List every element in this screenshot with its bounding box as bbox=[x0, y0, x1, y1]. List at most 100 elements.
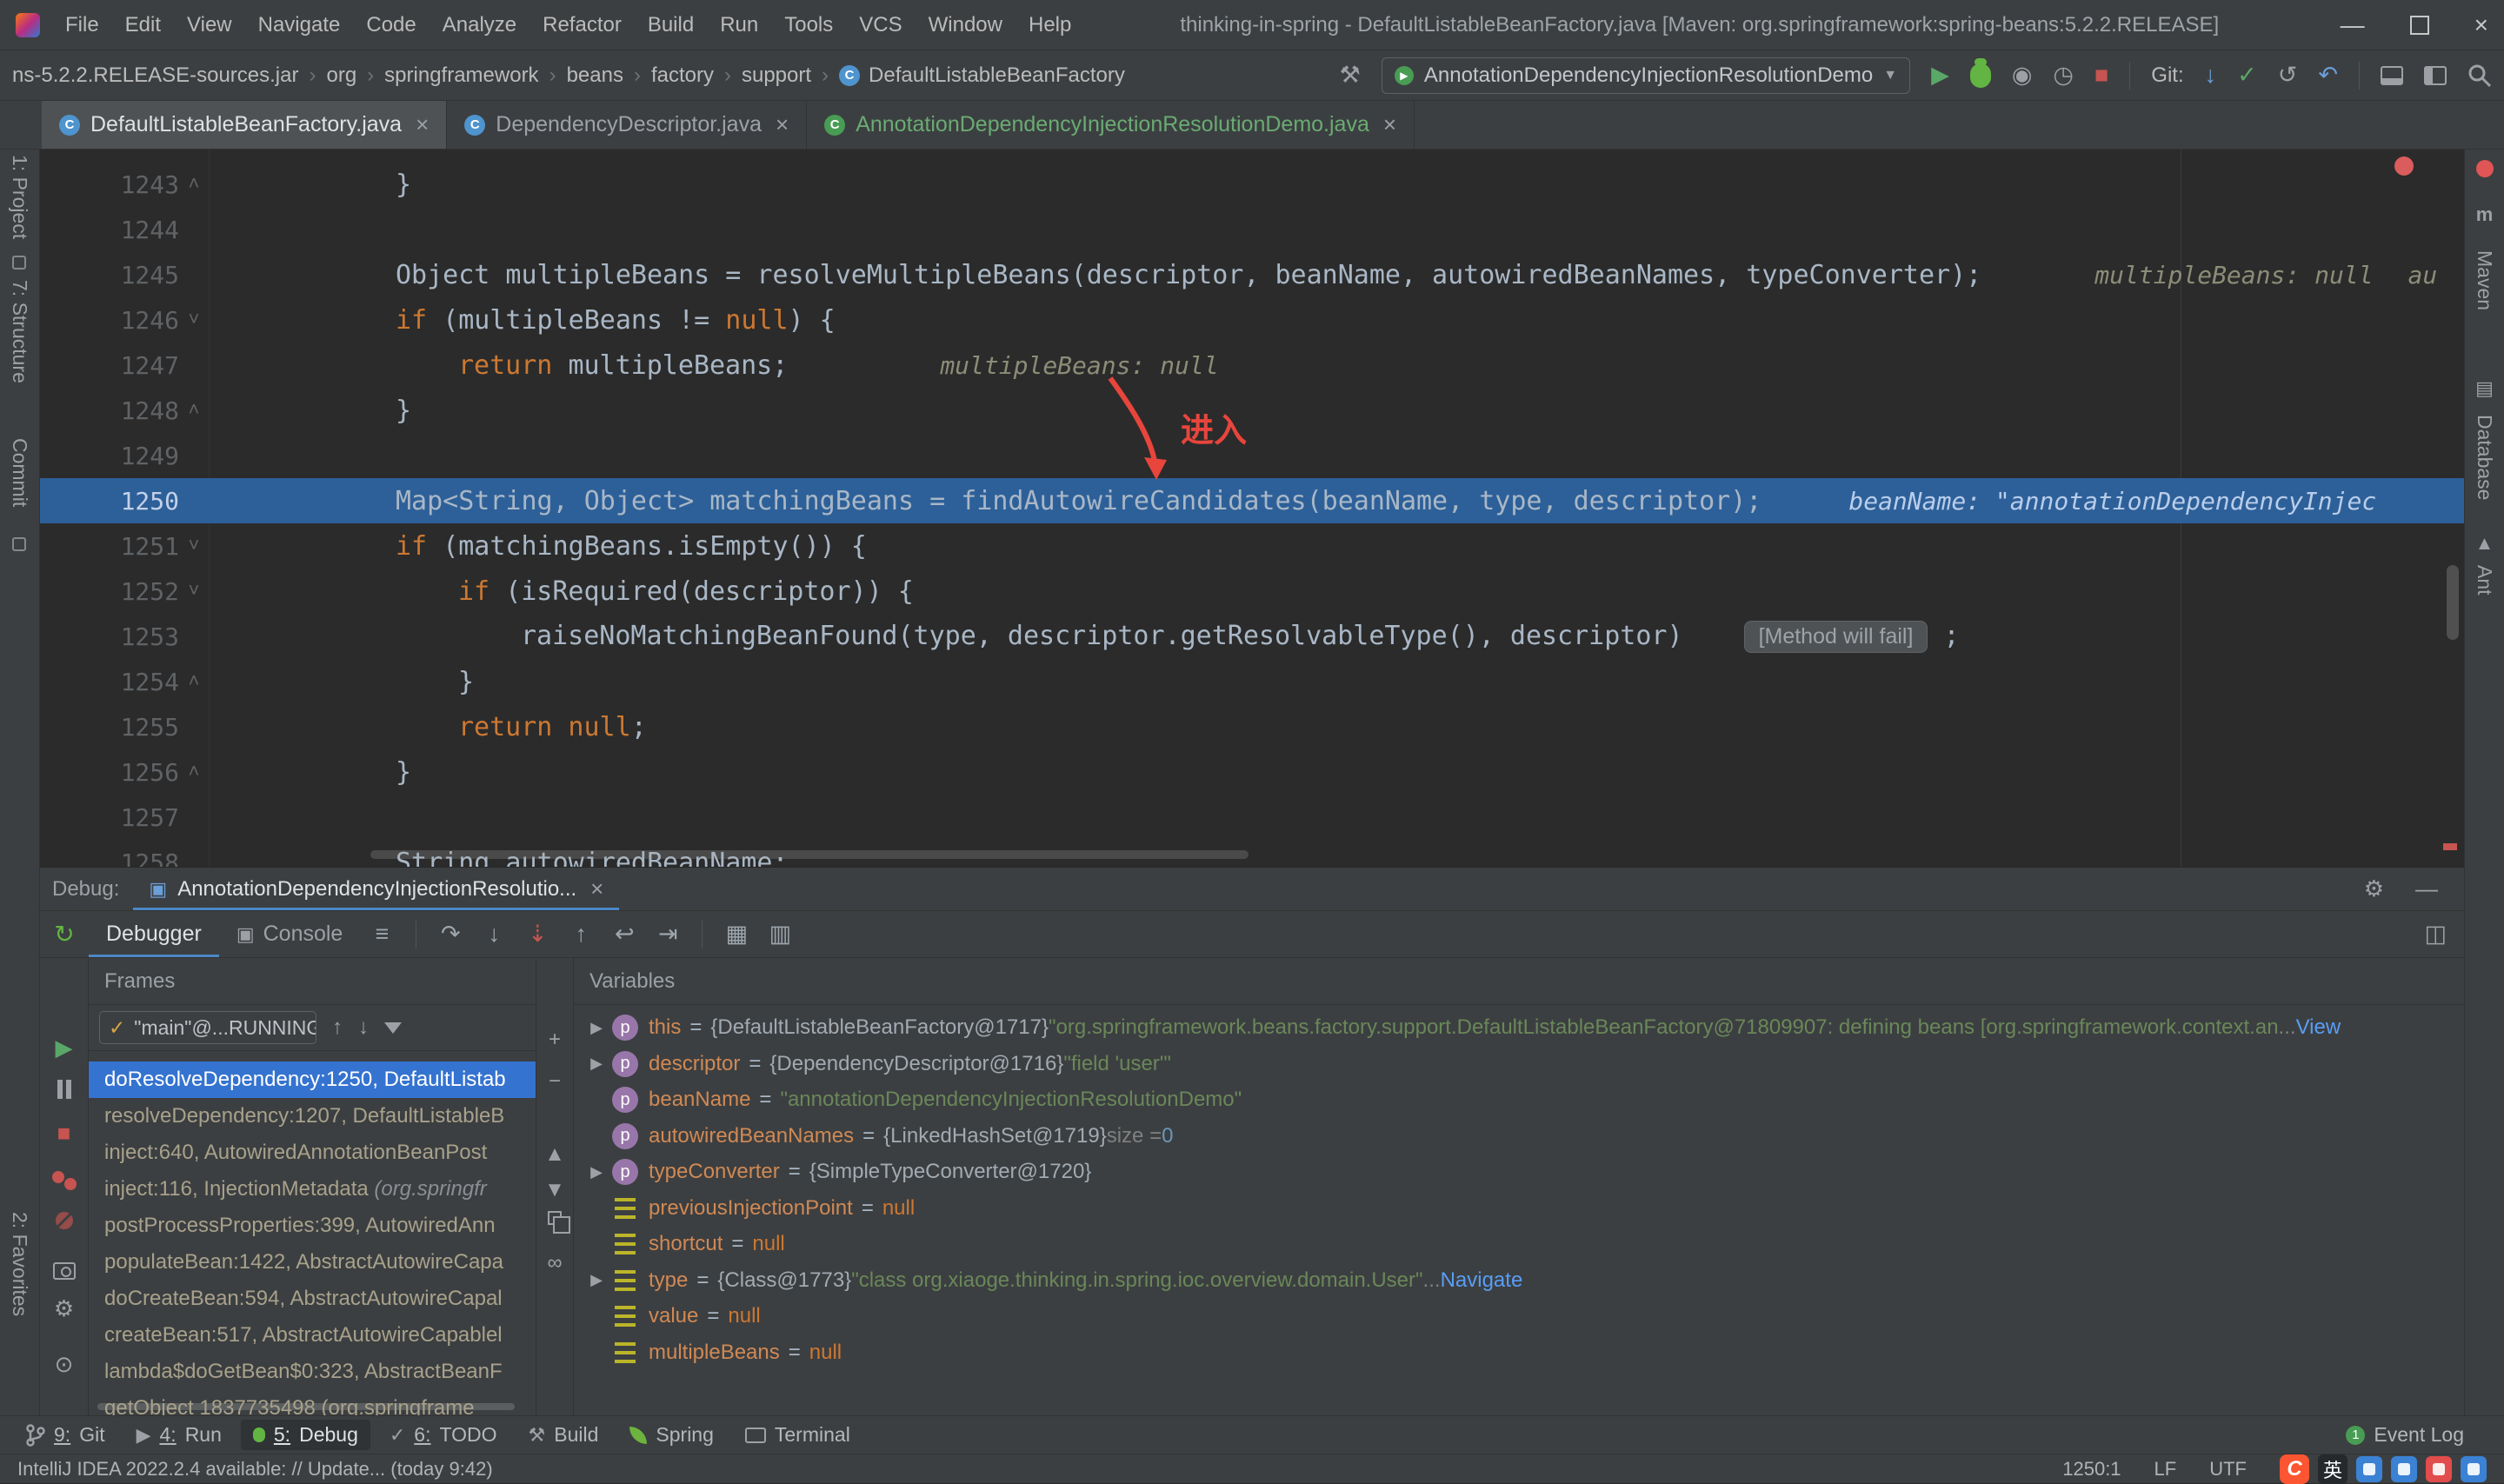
breadcrumb-item[interactable]: org bbox=[326, 63, 356, 88]
pin-icon[interactable]: ⊙ bbox=[55, 1351, 74, 1378]
toolwindow-button-git[interactable]: 9: Git bbox=[14, 1420, 117, 1450]
stack-frame[interactable]: inject:640, AutowiredAnnotationBeanPost bbox=[89, 1135, 536, 1171]
view-options-icon[interactable]: ▥ bbox=[758, 921, 802, 948]
breadcrumb-item[interactable]: beans bbox=[567, 63, 623, 88]
menu-navigate[interactable]: Navigate bbox=[245, 13, 354, 37]
expand-arrow-icon[interactable]: ▶ bbox=[581, 1163, 612, 1181]
encoding-indicator[interactable]: UTF bbox=[2209, 1458, 2247, 1481]
force-step-into-icon[interactable]: ⇣ bbox=[516, 921, 559, 948]
toolwindow-button-build[interactable]: ⚒ Build bbox=[516, 1420, 611, 1450]
search-everywhere-icon[interactable] bbox=[2467, 63, 2492, 88]
variable-row[interactable]: ▶ p typeConverter = {SimpleTypeConverter@172… bbox=[574, 1154, 2464, 1190]
run-to-cursor-icon[interactable]: ⇥ bbox=[646, 921, 689, 948]
editor-tab[interactable]: C DependencyDescriptor.java × bbox=[447, 101, 808, 149]
pause-icon[interactable] bbox=[56, 1080, 73, 1099]
menu-help[interactable]: Help bbox=[1016, 13, 1084, 37]
fold-marker[interactable]: ˅ bbox=[179, 309, 209, 331]
settings-gear-icon[interactable]: ⚙ bbox=[54, 1295, 74, 1322]
step-into-icon[interactable]: ↓ bbox=[472, 921, 516, 948]
stack-frame[interactable]: createBean:517, AbstractAutowireCapablel bbox=[89, 1317, 536, 1354]
hide-frames-filter-icon[interactable] bbox=[384, 1021, 402, 1034]
expand-arrow-icon[interactable]: ▶ bbox=[581, 1055, 612, 1073]
fold-marker[interactable]: ˅ bbox=[179, 535, 209, 557]
stack-frame[interactable]: resolveDependency:1207, DefaultListableB bbox=[89, 1098, 536, 1135]
stack-frame[interactable]: inject:116, InjectionMetadata (org.sprin… bbox=[89, 1171, 536, 1208]
drop-frame-icon[interactable]: ↩ bbox=[603, 921, 646, 948]
toolwindow-button-run[interactable]: ▶ 4: Run bbox=[124, 1420, 234, 1450]
history-icon[interactable]: ↺ bbox=[2278, 62, 2298, 89]
variable-row[interactable]: ▶ p this = {DefaultListableBeanFactory@1717}… bbox=[574, 1009, 2464, 1046]
variable-row[interactable]: shortcut = null bbox=[574, 1226, 2464, 1262]
expand-arrow-icon[interactable]: ▶ bbox=[581, 1271, 612, 1289]
fold-marker[interactable]: ˄ bbox=[179, 399, 209, 422]
sidebar-item-database[interactable]: Database bbox=[2473, 415, 2496, 500]
menu-view[interactable]: View bbox=[174, 13, 245, 37]
menu-tools[interactable]: Tools bbox=[771, 13, 846, 37]
breadcrumb-item[interactable]: C DefaultListableBeanFactory bbox=[839, 63, 1125, 88]
line-ending-indicator[interactable]: LF bbox=[2154, 1458, 2177, 1481]
notification-badge[interactable] bbox=[2475, 160, 2494, 177]
breadcrumb-item[interactable]: factory bbox=[651, 63, 714, 88]
show-watches-icon[interactable]: ∞ bbox=[547, 1251, 562, 1275]
menu-window[interactable]: Window bbox=[916, 13, 1016, 37]
variable-row[interactable]: value = null bbox=[574, 1298, 2464, 1334]
previous-frame-icon[interactable]: ↑ bbox=[332, 1015, 343, 1040]
thread-dump-icon[interactable] bbox=[52, 1262, 76, 1280]
fold-marker[interactable]: ˄ bbox=[179, 173, 209, 196]
menu-run[interactable]: Run bbox=[707, 13, 771, 37]
sidebar-item-maven[interactable]: Maven bbox=[2473, 250, 2496, 310]
variable-row[interactable]: p autowiredBeanNames = {LinkedHashSet@1719}… bbox=[574, 1118, 2464, 1155]
thread-selector[interactable]: ✓ "main"@...RUNNING ▼ bbox=[99, 1011, 316, 1044]
stack-frame[interactable]: getObject 1837735498 (org.springframe bbox=[89, 1390, 536, 1415]
tab-debugger[interactable]: Debugger bbox=[89, 911, 219, 957]
menu-edit[interactable]: Edit bbox=[112, 13, 174, 37]
remove-watch-icon[interactable]: − bbox=[549, 1069, 561, 1094]
bookmark-icon[interactable] bbox=[12, 256, 26, 270]
fold-marker[interactable]: ˄ bbox=[179, 670, 209, 693]
menu-build[interactable]: Build bbox=[635, 13, 707, 37]
sidebar-item-ant[interactable]: Ant bbox=[2473, 565, 2496, 596]
maximize-button[interactable] bbox=[2409, 15, 2429, 35]
mute-breakpoints-icon[interactable] bbox=[55, 1212, 73, 1229]
run-config-selector[interactable]: ▶ AnnotationDependencyInjectionResolutio… bbox=[1381, 57, 1911, 94]
variable-row[interactable]: ▶ type = {Class@1773} "class org.xiaoge.thi… bbox=[574, 1262, 2464, 1299]
expand-arrow-icon[interactable]: ▶ bbox=[581, 1019, 612, 1037]
menu-vcs[interactable]: VCS bbox=[846, 13, 915, 37]
tab-console[interactable]: ▣ Console bbox=[219, 911, 361, 957]
close-icon[interactable]: × bbox=[590, 875, 603, 902]
move-watch-down-icon[interactable]: ▼ bbox=[544, 1178, 565, 1202]
stop-icon[interactable]: ■ bbox=[57, 1120, 71, 1147]
variable-row[interactable]: previousInjectionPoint = null bbox=[574, 1190, 2464, 1227]
vertical-scrollbar[interactable] bbox=[2447, 565, 2459, 640]
event-log-button[interactable]: 1 Event Log bbox=[2346, 1423, 2490, 1447]
variable-row[interactable]: p beanName = "annotationDependencyInjection… bbox=[574, 1081, 2464, 1118]
menu-analyze[interactable]: Analyze bbox=[430, 13, 529, 37]
close-button[interactable]: × bbox=[2474, 11, 2488, 39]
sidebar-item-favorites[interactable]: 2: Favorites bbox=[8, 1212, 31, 1316]
toolwindow-button-todo[interactable]: ✓ 6: TODO bbox=[377, 1420, 509, 1450]
rollback-icon[interactable]: ↶ bbox=[2318, 62, 2338, 89]
horizontal-scrollbar[interactable] bbox=[370, 850, 1249, 859]
breadcrumb-item[interactable]: springframework bbox=[384, 63, 538, 88]
close-icon[interactable]: × bbox=[416, 111, 429, 138]
caret-position[interactable]: 1250:1 bbox=[2062, 1458, 2121, 1481]
stack-frame[interactable]: doResolveDependency:1250, DefaultListab bbox=[89, 1061, 536, 1098]
inspections-badge[interactable] bbox=[2394, 156, 2414, 176]
toolwindow-button-debug[interactable]: 5: Debug bbox=[240, 1420, 370, 1450]
update-project-icon[interactable]: ↓ bbox=[2205, 62, 2217, 89]
sidebar-item-project[interactable]: 1: Project bbox=[8, 155, 31, 239]
next-frame-icon[interactable]: ↓ bbox=[358, 1015, 369, 1040]
menu-refactor[interactable]: Refactor bbox=[529, 13, 635, 37]
minimize-button[interactable]: — bbox=[2341, 11, 2365, 39]
hide-icon[interactable]: — bbox=[2415, 875, 2438, 902]
debug-session-tab[interactable]: ▣ AnnotationDependencyInjectionResolutio… bbox=[133, 868, 619, 910]
editor-tab[interactable]: C DefaultListableBeanFactory.java × bbox=[42, 101, 448, 149]
sidebar-item-commit[interactable]: Commit bbox=[8, 438, 31, 507]
view-breakpoints-icon[interactable] bbox=[51, 1171, 77, 1190]
stack-frame[interactable]: doCreateBean:594, AbstractAutowireCapal bbox=[89, 1281, 536, 1317]
stack-frame[interactable]: postProcessProperties:399, AutowiredAnn bbox=[89, 1208, 536, 1244]
build-hammer-icon[interactable]: ⚒ bbox=[1340, 62, 1361, 89]
copy-watch-icon[interactable] bbox=[548, 1211, 570, 1234]
sidebar-item-structure[interactable]: 7: Structure bbox=[8, 280, 31, 383]
fold-marker[interactable]: ˄ bbox=[179, 761, 209, 783]
